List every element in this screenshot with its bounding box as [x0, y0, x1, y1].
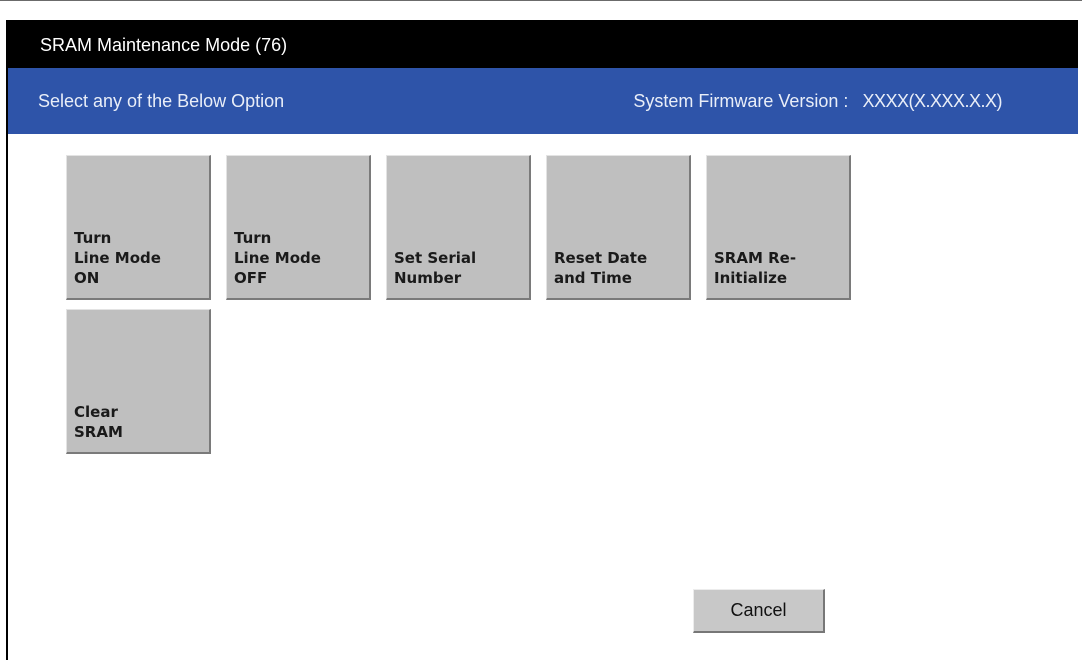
set-serial-number-button[interactable]: Set Serial Number: [386, 155, 531, 300]
set-serial-number-label: Set Serial Number: [394, 249, 477, 287]
clear-sram-button[interactable]: Clear SRAM: [66, 309, 211, 454]
turn-line-mode-off-button[interactable]: Turn Line Mode OFF: [226, 155, 371, 300]
reset-date-and-time-button[interactable]: Reset Date and Time: [546, 155, 691, 300]
sram-reinitialize-button[interactable]: SRAM Re- Initialize: [706, 155, 851, 300]
turn-line-mode-on-label: Turn Line Mode ON: [74, 229, 161, 287]
firmware-version-value: XXXX(X.XXX.X.X): [862, 91, 1002, 111]
firmware-version: System Firmware Version : XXXX(X.XXX.X.X): [633, 91, 1002, 111]
header-bar: Select any of the Below Option System Fi…: [8, 68, 1078, 134]
sram-reinitialize-label: SRAM Re- Initialize: [714, 249, 797, 287]
clear-sram-label: Clear SRAM: [74, 403, 123, 441]
maintenance-screen: SRAM Maintenance Mode (76) Select any of…: [0, 0, 1082, 660]
turn-line-mode-on-button[interactable]: Turn Line Mode ON: [66, 155, 211, 300]
window-title: SRAM Maintenance Mode (76): [40, 35, 288, 55]
turn-line-mode-off-label: Turn Line Mode OFF: [234, 229, 321, 287]
select-option-prompt: Select any of the Below Option: [38, 91, 285, 111]
firmware-version-label: System Firmware Version :: [633, 91, 849, 111]
title-bar: SRAM Maintenance Mode (76): [8, 20, 1078, 68]
cancel-button[interactable]: Cancel: [693, 589, 825, 633]
frame-top-border: [0, 0, 1082, 1]
reset-date-and-time-label: Reset Date and Time: [554, 249, 648, 287]
